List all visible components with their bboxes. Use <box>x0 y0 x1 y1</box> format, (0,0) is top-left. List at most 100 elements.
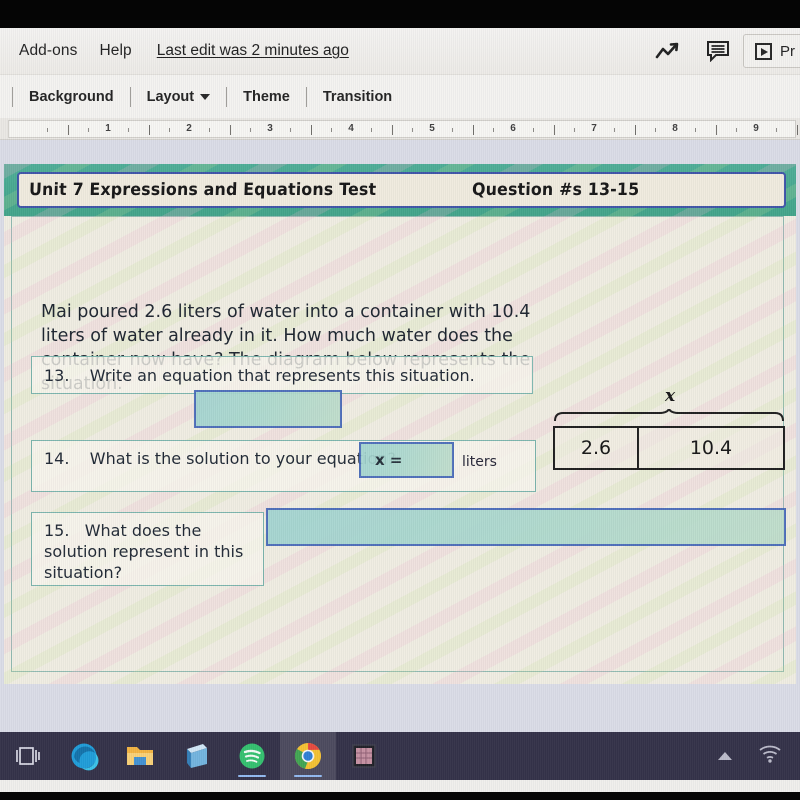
ruler-tick <box>614 128 616 132</box>
ruler-tick-major <box>634 125 636 135</box>
slides-toolbar: Background Layout Theme Transition <box>0 74 800 118</box>
wifi-icon[interactable] <box>758 744 782 769</box>
ruler-tick <box>411 128 413 132</box>
toolbar-separator <box>305 86 307 107</box>
ruler-tick-major <box>796 125 798 135</box>
google-slides-window: Add-ons Help Last edit was 2 minutes ago <box>0 28 800 792</box>
toolbar-separator <box>129 86 131 107</box>
ruler-tick-major <box>67 125 69 135</box>
ruler-mark-label: 8 <box>672 123 678 134</box>
ruler-tick <box>776 128 778 132</box>
ruler-tick <box>249 128 251 132</box>
ruler-tick <box>128 128 130 132</box>
system-tray <box>718 744 782 769</box>
ruler-tick <box>533 128 535 132</box>
ruler-mark-label: 9 <box>753 123 759 134</box>
ruler-mark-label: 6 <box>510 123 516 134</box>
question-14-answer-field[interactable]: x = <box>359 442 454 478</box>
ruler-mark-label: 1 <box>105 123 111 134</box>
ruler-mark-label: 3 <box>267 123 273 134</box>
menu-bar: Add-ons Help Last edit was 2 minutes ago <box>0 28 800 74</box>
ruler-tick-major <box>229 125 231 135</box>
ruler-tick <box>87 128 89 132</box>
ruler-tick-major <box>553 125 555 135</box>
file-explorer-icon[interactable] <box>112 732 168 780</box>
ruler-tick <box>209 128 211 132</box>
question-13-answer-field[interactable] <box>194 390 342 428</box>
chevron-down-icon <box>200 93 211 100</box>
toolbar-layout-label: Layout <box>146 88 195 105</box>
app-icon[interactable] <box>336 732 392 780</box>
ruler-tick <box>371 128 373 132</box>
comment-icon[interactable] <box>693 29 743 73</box>
ruler-tick <box>47 128 49 132</box>
chevron-up-icon[interactable] <box>718 752 732 760</box>
toolbar-separator <box>12 86 13 107</box>
ruler-tick <box>168 128 170 132</box>
question-15-answer-field[interactable] <box>266 508 786 546</box>
present-button[interactable]: Pr <box>743 34 800 68</box>
ruler-tick <box>290 128 292 132</box>
ruler-tick <box>573 128 575 132</box>
ruler-tick-major <box>472 125 474 135</box>
slide-title-box[interactable]: Unit 7 Expressions and Equations Test Qu… <box>17 172 786 208</box>
spotify-icon[interactable] <box>224 732 280 780</box>
question-13-number: 13. <box>44 366 70 385</box>
photo-letterbox-top <box>0 0 800 28</box>
ruler-tick-major <box>715 125 717 135</box>
toolbar-theme-label: Theme <box>243 88 290 105</box>
question-14-number: 14. <box>44 449 70 468</box>
slide-canvas-area: Unit 7 Expressions and Equations Test Qu… <box>0 140 800 780</box>
question-15-box[interactable]: 15. What does the solution represent in … <box>31 512 264 586</box>
windows-taskbar <box>0 732 800 780</box>
question-15-number: 15. <box>44 521 70 540</box>
question-14-box[interactable]: 14. What is the solution to your equatio… <box>31 440 536 492</box>
office-app-icon[interactable] <box>168 732 224 780</box>
tape-diagram-brace-label: x <box>665 386 676 406</box>
toolbar-separator <box>226 86 228 107</box>
ruler-tick <box>492 128 494 132</box>
ruler-tick <box>654 128 656 132</box>
ruler-mark-label: 2 <box>186 123 192 134</box>
last-edit-link[interactable]: Last edit was 2 minutes ago <box>157 42 349 60</box>
tape-cell-first: 2.6 <box>555 428 639 468</box>
ruler-mark-label: 5 <box>429 123 435 134</box>
horizontal-ruler[interactable]: 1 2 3 4 5 6 7 8 9 <box>0 118 800 140</box>
tape-diagram-brace-icon <box>554 409 784 422</box>
current-slide[interactable]: Unit 7 Expressions and Equations Test Qu… <box>4 164 796 684</box>
menu-bar-right-group: Pr <box>643 28 800 74</box>
question-14-text: What is the solution to your equation? <box>89 449 396 468</box>
ruler-tick <box>735 128 737 132</box>
toolbar-transition-button[interactable]: Transition <box>309 85 406 109</box>
screenshot-root: Add-ons Help Last edit was 2 minutes ago <box>0 0 800 800</box>
menu-item-addons[interactable]: Add-ons <box>8 39 88 63</box>
trending-up-icon[interactable] <box>643 29 693 73</box>
menu-item-help[interactable]: Help <box>88 39 142 63</box>
edge-icon[interactable] <box>56 732 112 780</box>
ruler-strip: 1 2 3 4 5 6 7 8 9 <box>8 120 798 138</box>
chrome-icon[interactable] <box>280 732 336 780</box>
tape-diagram-row: 2.6 10.4 <box>553 426 785 470</box>
present-button-label: Pr <box>780 42 795 60</box>
task-view-icon[interactable] <box>0 732 56 780</box>
question-range-label: Question #s 13-15 <box>472 180 641 200</box>
question-14-unit-label: liters <box>462 454 497 470</box>
question-14-prefix: x = <box>375 451 403 469</box>
question-13-box[interactable]: 13. Write an equation that represents th… <box>31 356 533 394</box>
tape-cell-second: 10.4 <box>689 437 733 459</box>
page-title: Unit 7 Expressions and Equations Test <box>28 180 377 200</box>
ruler-tick-major <box>148 125 150 135</box>
toolbar-transition-label: Transition <box>322 88 393 105</box>
ruler-tick <box>695 128 697 132</box>
toolbar-theme-button[interactable]: Theme <box>229 85 304 109</box>
ruler-mark-label: 7 <box>591 123 597 134</box>
question-13-text: Write an equation that represents this s… <box>89 366 475 385</box>
ruler-mark-label: 4 <box>348 123 354 134</box>
ruler-tick-major <box>310 125 312 135</box>
toolbar-layout-button[interactable]: Layout <box>133 85 225 109</box>
ruler-tick <box>330 128 332 132</box>
photo-letterbox-bottom <box>0 792 800 800</box>
ruler-tick <box>452 128 454 132</box>
toolbar-background-button[interactable]: Background <box>15 85 128 109</box>
question-15-text: What does the solution represent in this… <box>44 521 244 582</box>
